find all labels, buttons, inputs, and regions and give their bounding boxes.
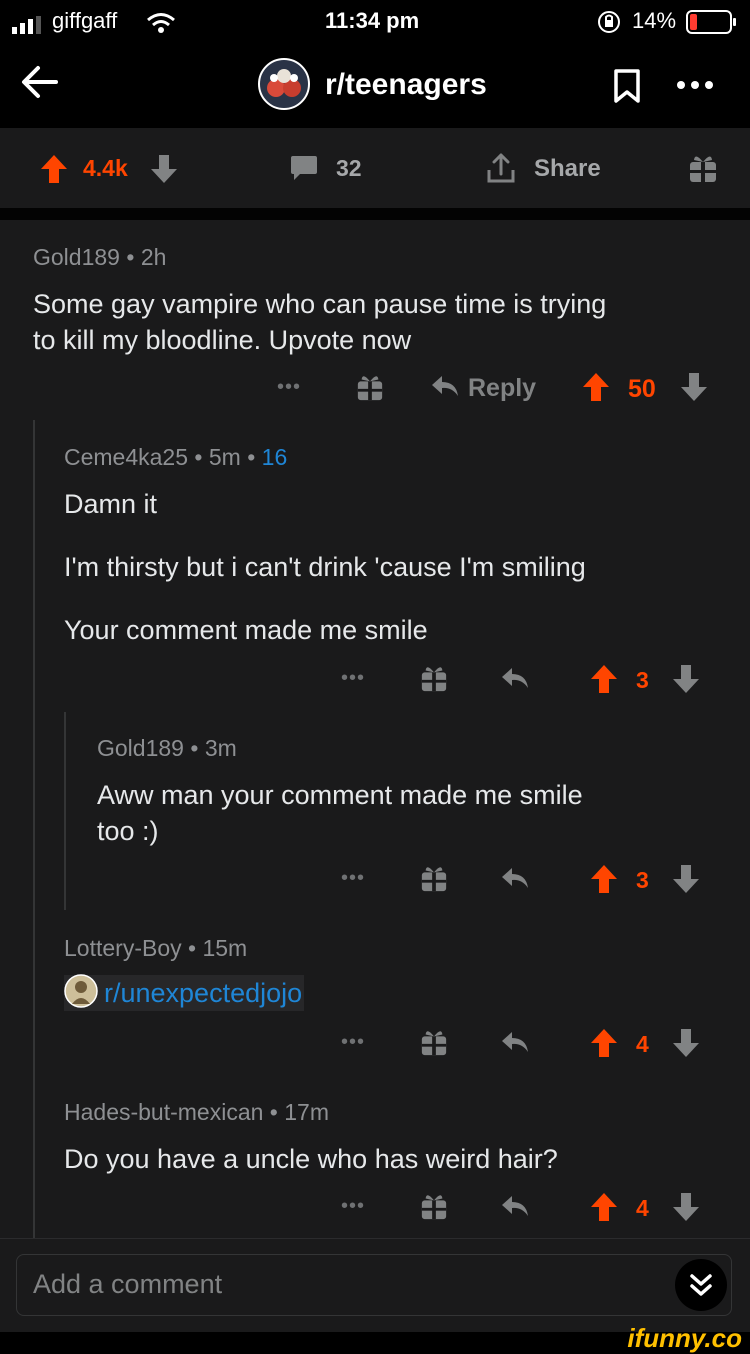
award-gift-icon[interactable] — [356, 372, 384, 407]
award-gift-icon[interactable] — [420, 1027, 448, 1062]
comment-body: Aww man your comment made me smile too :… — [97, 777, 717, 849]
comment-line: Damn it — [64, 489, 158, 519]
more-options-icon[interactable]: ••• — [341, 667, 365, 690]
subreddit-link-avatar — [64, 973, 98, 1013]
orientation-lock-icon — [596, 10, 622, 40]
bookmark-icon[interactable] — [612, 68, 642, 109]
comment-meta: Ceme4ka25 • 5m • 16 — [64, 444, 288, 470]
comment-flair-count: 16 — [261, 444, 288, 470]
upvote-icon[interactable] — [40, 154, 68, 189]
upvote-icon[interactable] — [582, 372, 610, 407]
subreddit-title[interactable]: r/teenagers — [325, 68, 487, 102]
award-gift-icon[interactable] — [688, 152, 718, 189]
downvote-icon[interactable] — [672, 1028, 700, 1063]
upvote-icon[interactable] — [590, 664, 618, 699]
comment-author[interactable]: Lottery-Boy — [64, 935, 182, 961]
reply-arrow-icon[interactable] — [500, 866, 530, 897]
reply-arrow-icon[interactable] — [500, 1030, 530, 1061]
subreddit-link-chip[interactable]: r/unexpectedjojo — [64, 973, 305, 1013]
comment-line: Some gay vampire who can pause time is t… — [33, 289, 607, 319]
comment-meta: Gold189 • 2h — [33, 244, 167, 270]
comment-age: 2h — [140, 244, 167, 270]
downvote-icon[interactable] — [672, 1192, 700, 1227]
wifi-icon — [146, 12, 176, 40]
reply-button[interactable]: Reply — [468, 374, 536, 403]
carrier-name: giffgaff — [52, 8, 118, 33]
share-icon[interactable] — [486, 152, 516, 189]
thread-line — [64, 712, 66, 910]
comment-line: too :) — [97, 816, 159, 846]
comment-meta: Gold189 • 3m — [97, 735, 237, 761]
comment-icon[interactable] — [290, 154, 318, 187]
post-action-bar: 4.4k 32 Share — [0, 128, 750, 208]
downvote-icon[interactable] — [672, 864, 700, 899]
share-button[interactable]: Share — [534, 155, 601, 183]
collapse-chevrons-icon[interactable] — [675, 1259, 727, 1311]
award-gift-icon[interactable] — [420, 863, 448, 898]
thread-line — [33, 420, 35, 1238]
comment-line: Your comment made me smile — [64, 615, 428, 645]
comment-meta: Lottery-Boy • 15m — [64, 935, 248, 961]
downvote-icon[interactable] — [150, 154, 178, 189]
award-gift-icon[interactable] — [420, 1191, 448, 1226]
comment-author[interactable]: Gold189 — [33, 244, 120, 270]
comment-line: I'm thirsty but i can't drink 'cause I'm… — [64, 552, 586, 582]
top-nav: r/teenagers — [0, 44, 750, 128]
comment-age: 3m — [204, 735, 237, 761]
comment-score: 4 — [636, 1031, 649, 1057]
comment-line: Aww man your comment made me smile — [97, 780, 583, 810]
more-options-icon[interactable]: ••• — [277, 376, 301, 399]
comment-line: to kill my bloodline. Upvote now — [33, 325, 412, 355]
watermark: ifunny.co — [627, 1323, 742, 1353]
upvote-icon[interactable] — [590, 864, 618, 899]
section-divider — [0, 208, 750, 220]
add-comment-field[interactable]: Add a comment — [16, 1254, 732, 1316]
add-comment-placeholder: Add a comment — [33, 1269, 223, 1299]
reply-arrow-icon[interactable] — [500, 666, 530, 697]
more-options-icon[interactable]: ••• — [341, 867, 365, 890]
upvote-icon[interactable] — [590, 1028, 618, 1063]
comment-body: Some gay vampire who can pause time is t… — [33, 286, 723, 358]
subreddit-avatar[interactable] — [258, 58, 310, 115]
reply-arrow-icon[interactable] — [500, 1194, 530, 1225]
back-arrow-icon[interactable] — [20, 62, 60, 107]
comment-score: 3 — [636, 867, 649, 893]
battery-icon — [686, 10, 738, 40]
more-options-icon[interactable]: ••• — [341, 1031, 365, 1054]
comment-line: Do you have a uncle who has weird hair? — [64, 1144, 558, 1174]
comment-score: 3 — [636, 667, 649, 693]
battery-percent: 14% — [632, 8, 677, 33]
clock: 11:34 pm — [325, 8, 420, 33]
comment-body: Damn it I'm thirsty but i can't drink 'c… — [64, 486, 724, 648]
comment-author[interactable]: Gold189 — [97, 735, 184, 761]
status-bar: giffgaff 11:34 pm 14% — [0, 0, 750, 44]
comment-meta: Hades-but-mexican • 17m — [64, 1099, 330, 1125]
comment-age: 5m — [208, 444, 241, 470]
comment-score: 4 — [636, 1195, 649, 1221]
comment-author[interactable]: Hades-but-mexican — [64, 1099, 263, 1125]
comment-score: 50 — [628, 375, 656, 403]
more-options-icon[interactable] — [676, 78, 714, 96]
comment-author[interactable]: Ceme4ka25 — [64, 444, 188, 470]
comment-age: 17m — [284, 1099, 330, 1125]
upvote-icon[interactable] — [590, 1192, 618, 1227]
more-options-icon[interactable]: ••• — [341, 1195, 365, 1218]
comment-count: 32 — [336, 155, 362, 181]
award-gift-icon[interactable] — [420, 663, 448, 698]
signal-icon — [12, 14, 46, 40]
comment-age: 15m — [202, 935, 248, 961]
reply-arrow-icon[interactable] — [430, 374, 460, 405]
comment-body: Do you have a uncle who has weird hair? — [64, 1141, 724, 1177]
post-score: 4.4k — [83, 155, 128, 181]
downvote-icon[interactable] — [672, 664, 700, 699]
subreddit-link[interactable]: r/unexpectedjojo — [104, 978, 302, 1009]
downvote-icon[interactable] — [680, 372, 708, 407]
